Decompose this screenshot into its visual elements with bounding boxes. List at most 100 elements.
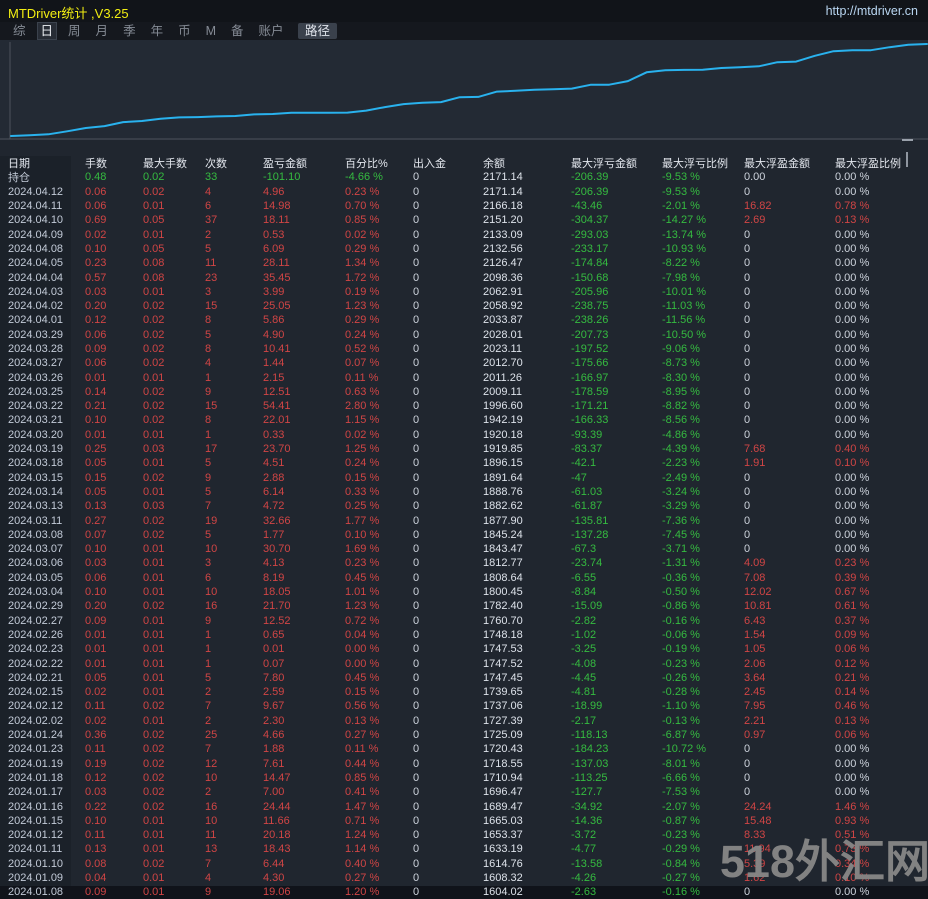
menu-item-账户[interactable]: 账户: [256, 23, 287, 39]
table-row[interactable]: 2024.03.06 0.03 0.01 3 4.13 0.23 % 0 1812.77 -23…: [0, 556, 928, 570]
scrollbar-corner[interactable]: [902, 139, 913, 141]
cell: 1633.19: [483, 843, 523, 856]
menu-item-月[interactable]: 月: [93, 23, 112, 39]
table-row[interactable]: 2024.04.11 0.06 0.01 6 14.98 0.70 % 0 2166.18 -4…: [0, 199, 928, 213]
cell: 35.45: [263, 271, 291, 284]
table-row[interactable]: 2024.02.27 0.09 0.01 9 12.52 0.72 % 0 1760.70 -2…: [0, 614, 928, 628]
table-row[interactable]: 2024.01.24 0.36 0.02 25 4.66 0.27 % 0 1725.09 -1…: [0, 728, 928, 742]
table-row[interactable]: 2024.03.05 0.06 0.01 6 8.19 0.45 % 0 1808.64 -6.…: [0, 571, 928, 585]
column-header[interactable]: 最大浮亏比例: [662, 155, 744, 171]
column-header[interactable]: 手数: [85, 155, 143, 171]
cell: 2024.03.07: [8, 543, 64, 556]
table-row[interactable]: 2024.01.15 0.10 0.01 10 11.66 0.71 % 0 1665.03 -…: [0, 814, 928, 828]
table-row[interactable]: 2024.03.20 0.01 0.01 1 0.33 0.02 % 0 1920.18 -93…: [0, 428, 928, 442]
table-row[interactable]: 2024.01.16 0.22 0.02 16 24.44 1.47 % 0 1689.47 -…: [0, 799, 928, 813]
scrollbar-thumb[interactable]: [906, 152, 908, 167]
table-row[interactable]: 2024.02.23 0.01 0.01 1 0.01 0.00 % 0 1747.53 -3.…: [0, 642, 928, 656]
table-row[interactable]: 2024.01.18 0.12 0.02 10 14.47 0.85 % 0 1710.94 -…: [0, 771, 928, 785]
cell: 0.11 %: [345, 743, 379, 756]
table-row[interactable]: 2024.04.08 0.10 0.05 5 6.09 0.29 % 0 2132.56 -23…: [0, 242, 928, 256]
table-row[interactable]: 2024.02.12 0.11 0.02 7 9.67 0.56 % 0 1737.06 -18…: [0, 699, 928, 713]
cell: 0.00 %: [835, 485, 870, 498]
column-header[interactable]: 最大浮盈比例: [835, 155, 925, 171]
column-header[interactable]: 次数: [205, 155, 263, 171]
table-row[interactable]: 2024.03.29 0.06 0.02 5 4.90 0.24 % 0 2028.01 -20…: [0, 328, 928, 342]
cell: 0.09 %: [835, 628, 870, 641]
menu-item-综[interactable]: 综: [10, 23, 29, 39]
column-header[interactable]: 盈亏金额: [263, 155, 345, 171]
cell: 0.23 %: [835, 557, 870, 570]
menu-item-备[interactable]: 备: [228, 23, 247, 39]
table-row[interactable]: 持仓 0.48 0.02 33 -101.10 -4.66 % 0 2171.14 -206.3…: [0, 170, 928, 184]
table-row[interactable]: 2024.03.13 0.13 0.03 7 4.72 0.25 % 0 1882.62 -61…: [0, 499, 928, 513]
cell: 0.12: [85, 771, 107, 784]
table-row[interactable]: 2024.03.08 0.07 0.02 5 1.77 0.10 % 0 1845.24 -13…: [0, 528, 928, 542]
table-row[interactable]: 2024.04.10 0.69 0.05 37 18.11 0.85 % 0 2151.20 -…: [0, 213, 928, 227]
cell: 2024.01.24: [8, 729, 64, 742]
cell: 4.51: [263, 457, 285, 470]
cell: 2126.47: [483, 257, 523, 270]
table-row[interactable]: 2024.04.03 0.03 0.01 3 3.99 0.19 % 0 2062.91 -20…: [0, 285, 928, 299]
table-row[interactable]: 2024.02.02 0.02 0.01 2 2.30 0.13 % 0 1727.39 -2.…: [0, 714, 928, 728]
cell: 0.33: [263, 428, 285, 441]
menu-item-M[interactable]: M: [203, 23, 219, 39]
table-row[interactable]: 2024.03.26 0.01 0.01 1 2.15 0.11 % 0 2011.26 -16…: [0, 370, 928, 384]
menu-item-季[interactable]: 季: [120, 23, 139, 39]
column-header[interactable]: 最大浮亏金额: [571, 155, 662, 171]
cell: -0.86 %: [662, 600, 700, 613]
table-row[interactable]: 2024.02.26 0.01 0.01 1 0.65 0.04 % 0 1748.18 -1.…: [0, 628, 928, 642]
table-row[interactable]: 2024.03.18 0.05 0.01 5 4.51 0.24 % 0 1896.15 -42…: [0, 456, 928, 470]
cell: 0.00 %: [835, 371, 870, 384]
path-button[interactable]: 路径: [298, 23, 338, 39]
table-row[interactable]: 2024.02.21 0.05 0.01 5 7.80 0.45 % 0 1747.45 -4.…: [0, 671, 928, 685]
table-row[interactable]: 2024.03.07 0.10 0.01 10 30.70 1.69 % 0 1843.47 -…: [0, 542, 928, 556]
table-row[interactable]: 2024.04.04 0.57 0.08 23 35.45 1.72 % 0 2098.36 -…: [0, 270, 928, 284]
table-row[interactable]: 2024.04.12 0.06 0.02 4 4.96 0.23 % 0 2171.14 -20…: [0, 185, 928, 199]
cell: 0.01: [143, 571, 165, 584]
table-row[interactable]: 2024.03.04 0.10 0.01 10 18.05 1.01 % 0 1800.45 -…: [0, 585, 928, 599]
table-row[interactable]: 2024.03.25 0.14 0.02 9 12.51 0.63 % 0 2009.11 -1…: [0, 385, 928, 399]
cell: 4.90: [263, 328, 285, 341]
menu-item-币[interactable]: 币: [175, 23, 194, 39]
table-row[interactable]: 2024.03.27 0.06 0.02 4 1.44 0.07 % 0 2012.70 -17…: [0, 356, 928, 370]
website-link[interactable]: http://mtdriver.cn: [826, 4, 918, 18]
cell: 0.85 %: [345, 214, 380, 227]
table-row[interactable]: 2024.01.08 0.09 0.01 9 19.06 1.20 % 0 1604.02 -2…: [0, 885, 928, 899]
cell: 0.37 %: [835, 614, 870, 627]
cell: -3.29 %: [662, 500, 700, 513]
cell: -137.28: [571, 528, 609, 541]
cell: 1808.64: [483, 571, 523, 584]
table-row[interactable]: 2024.03.21 0.10 0.02 8 22.01 1.15 % 0 1942.19 -1…: [0, 413, 928, 427]
cell: -10.72 %: [662, 743, 707, 756]
column-header[interactable]: 余额: [483, 155, 571, 171]
column-header[interactable]: 最大浮盈金额: [744, 155, 835, 171]
table-row[interactable]: 2024.04.01 0.12 0.02 8 5.86 0.29 % 0 2033.87 -23…: [0, 313, 928, 327]
cell: 2024.03.28: [8, 343, 64, 355]
table-row[interactable]: 2024.01.23 0.11 0.02 7 1.88 0.11 % 0 1720.43 -18…: [0, 742, 928, 756]
menu-item-日[interactable]: 日: [36, 22, 58, 40]
table-row[interactable]: 2024.03.11 0.27 0.02 19 32.66 1.77 % 0 1877.90 -…: [0, 513, 928, 527]
table-row[interactable]: 2024.03.14 0.05 0.01 5 6.14 0.33 % 0 1888.76 -61…: [0, 485, 928, 499]
column-header[interactable]: 最大手数: [143, 155, 205, 171]
cell: 11.66: [263, 814, 290, 827]
table-row[interactable]: 2024.01.19 0.19 0.02 12 7.61 0.44 % 0 1718.55 -1…: [0, 756, 928, 770]
menu-item-年[interactable]: 年: [148, 23, 167, 39]
table-row[interactable]: 2024.04.05 0.23 0.08 11 28.11 1.34 % 0 2126.47 -…: [0, 256, 928, 270]
table-row[interactable]: 2024.03.15 0.15 0.02 9 2.88 0.15 % 0 1891.64 -47…: [0, 471, 928, 485]
table-row[interactable]: 2024.03.22 0.21 0.02 15 54.41 2.80 % 0 1996.60 -…: [0, 399, 928, 413]
table-row[interactable]: 2024.01.17 0.03 0.02 2 7.00 0.41 % 0 1696.47 -12…: [0, 785, 928, 799]
cell: 11: [205, 829, 217, 842]
column-header[interactable]: 百分比%: [345, 155, 413, 171]
cell: 10: [205, 814, 218, 827]
table-row[interactable]: 2024.02.15 0.02 0.01 2 2.59 0.15 % 0 1739.65 -4.…: [0, 685, 928, 699]
table-row[interactable]: 2024.03.19 0.25 0.03 17 23.70 1.25 % 0 1919.85 -…: [0, 442, 928, 456]
cell: -3.25: [571, 643, 597, 656]
table-row[interactable]: 2024.04.02 0.20 0.02 15 25.05 1.23 % 0 2058.92 -…: [0, 299, 928, 313]
table-row[interactable]: 2024.04.09 0.02 0.01 2 0.53 0.02 % 0 2133.09 -29…: [0, 227, 928, 241]
menu-item-周[interactable]: 周: [65, 23, 84, 39]
table-row[interactable]: 2024.03.28 0.09 0.02 8 10.41 0.52 % 0 2023.11 -1…: [0, 342, 928, 356]
column-header[interactable]: 出入金: [413, 155, 483, 171]
table-row[interactable]: 2024.02.22 0.01 0.01 1 0.07 0.00 % 0 1747.52 -4.…: [0, 656, 928, 670]
table-row[interactable]: 2024.02.29 0.20 0.02 16 21.70 1.23 % 0 1782.40 -…: [0, 599, 928, 613]
cell: -1.31 %: [662, 557, 700, 570]
